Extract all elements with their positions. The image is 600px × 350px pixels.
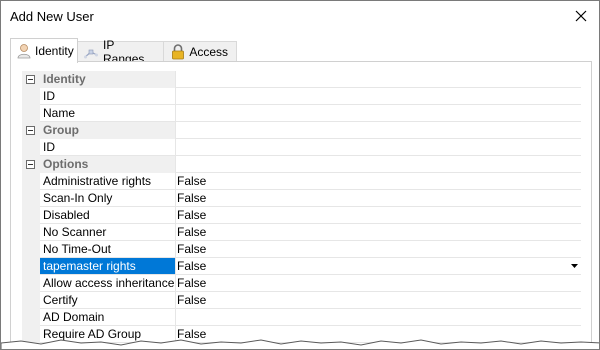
row-gutter — [22, 224, 40, 241]
property-name[interactable]: No Time-Out — [40, 241, 175, 258]
tab-ip-ranges[interactable]: IP Ranges — [76, 38, 165, 66]
property-value-text: False — [177, 208, 207, 222]
property-value-text: False — [177, 174, 207, 188]
property-name[interactable]: No Scanner — [40, 224, 175, 241]
property-value[interactable]: False — [176, 207, 581, 224]
collapse-icon[interactable] — [26, 75, 35, 84]
property-value[interactable]: False — [176, 241, 581, 258]
property-row[interactable]: No Scanner False — [22, 224, 581, 241]
row-gutter — [22, 241, 40, 258]
property-name[interactable]: Disabled — [40, 207, 175, 224]
property-value-text: False — [177, 293, 207, 307]
row-gutter — [22, 173, 40, 190]
category-label: Identity — [40, 71, 175, 88]
add-new-user-dialog: Add New User Identity IP Ranges Access I… — [0, 0, 600, 350]
row-gutter — [22, 292, 40, 309]
property-value[interactable]: False — [176, 292, 581, 309]
window-title: Add New User — [10, 9, 94, 24]
chevron-down-icon — [570, 264, 578, 268]
property-row[interactable]: Disabled False — [22, 207, 581, 224]
property-name[interactable]: Administrative rights — [40, 173, 175, 190]
category-value-cell — [176, 156, 581, 173]
category-row[interactable]: Options — [22, 156, 581, 173]
close-button[interactable] — [569, 4, 593, 28]
user-icon — [17, 43, 31, 59]
property-row[interactable]: Scan-In Only False — [22, 190, 581, 207]
category-row[interactable]: Identity — [22, 71, 581, 88]
property-row[interactable]: Allow access inheritance False — [22, 275, 581, 292]
category-label: Options — [40, 156, 175, 173]
property-row[interactable]: ID — [22, 139, 581, 156]
row-gutter — [22, 105, 40, 122]
property-value-text: False — [177, 225, 207, 239]
property-value[interactable] — [176, 139, 581, 156]
lock-icon — [170, 44, 185, 60]
property-name[interactable]: Allow access inheritance — [40, 275, 175, 292]
row-gutter — [22, 207, 40, 224]
property-name[interactable]: tapemaster rights — [40, 258, 175, 275]
row-gutter — [22, 88, 40, 105]
property-value-text: False — [177, 242, 207, 256]
tab-access[interactable]: Access — [163, 41, 237, 62]
property-value[interactable] — [176, 309, 581, 326]
title-bar: Add New User — [1, 1, 599, 31]
property-grid[interactable]: Identity ID Name Group ID Options Administrati… — [22, 71, 581, 343]
torn-edge — [1, 339, 599, 349]
property-row[interactable]: Administrative rights False — [22, 173, 581, 190]
property-value[interactable]: False — [176, 190, 581, 207]
identity-tab-panel: Identity ID Name Group ID Options Administrati… — [10, 61, 592, 349]
tab-identity-label: Identity — [35, 44, 74, 58]
property-value-text: False — [177, 191, 207, 205]
property-name[interactable]: ID — [40, 88, 175, 105]
property-value[interactable]: False — [176, 173, 581, 190]
property-row[interactable]: No Time-Out False — [22, 241, 581, 258]
property-row[interactable]: AD Domain — [22, 309, 581, 326]
property-value[interactable]: False — [176, 224, 581, 241]
property-name[interactable]: Scan-In Only — [40, 190, 175, 207]
property-value[interactable] — [176, 105, 581, 122]
row-gutter — [22, 275, 40, 292]
property-name[interactable]: AD Domain — [40, 309, 175, 326]
property-row[interactable]: Name — [22, 105, 581, 122]
property-value-text: False — [177, 276, 207, 290]
property-name[interactable]: Name — [40, 105, 175, 122]
property-name[interactable]: Certify — [40, 292, 175, 309]
category-label: Group — [40, 122, 175, 139]
property-value-text: False — [177, 259, 207, 273]
tab-identity[interactable]: Identity — [10, 38, 78, 63]
property-value[interactable]: False — [176, 275, 581, 292]
collapse-icon[interactable] — [26, 126, 35, 135]
row-gutter — [22, 190, 40, 207]
row-gutter — [22, 309, 40, 326]
row-gutter — [22, 139, 40, 156]
row-gutter — [22, 258, 40, 275]
dropdown-button[interactable] — [567, 259, 581, 273]
network-icon — [83, 44, 99, 60]
category-value-cell — [176, 122, 581, 139]
collapse-icon[interactable] — [26, 160, 35, 169]
tab-access-label: Access — [189, 45, 228, 59]
property-value[interactable] — [176, 88, 581, 105]
property-row[interactable]: ID — [22, 88, 581, 105]
property-row[interactable]: Certify False — [22, 292, 581, 309]
property-row[interactable]: tapemaster rights False — [22, 258, 581, 275]
property-name[interactable]: ID — [40, 139, 175, 156]
property-value[interactable]: False — [176, 258, 581, 275]
category-row[interactable]: Group — [22, 122, 581, 139]
category-value-cell — [176, 71, 581, 88]
close-icon — [575, 10, 587, 22]
